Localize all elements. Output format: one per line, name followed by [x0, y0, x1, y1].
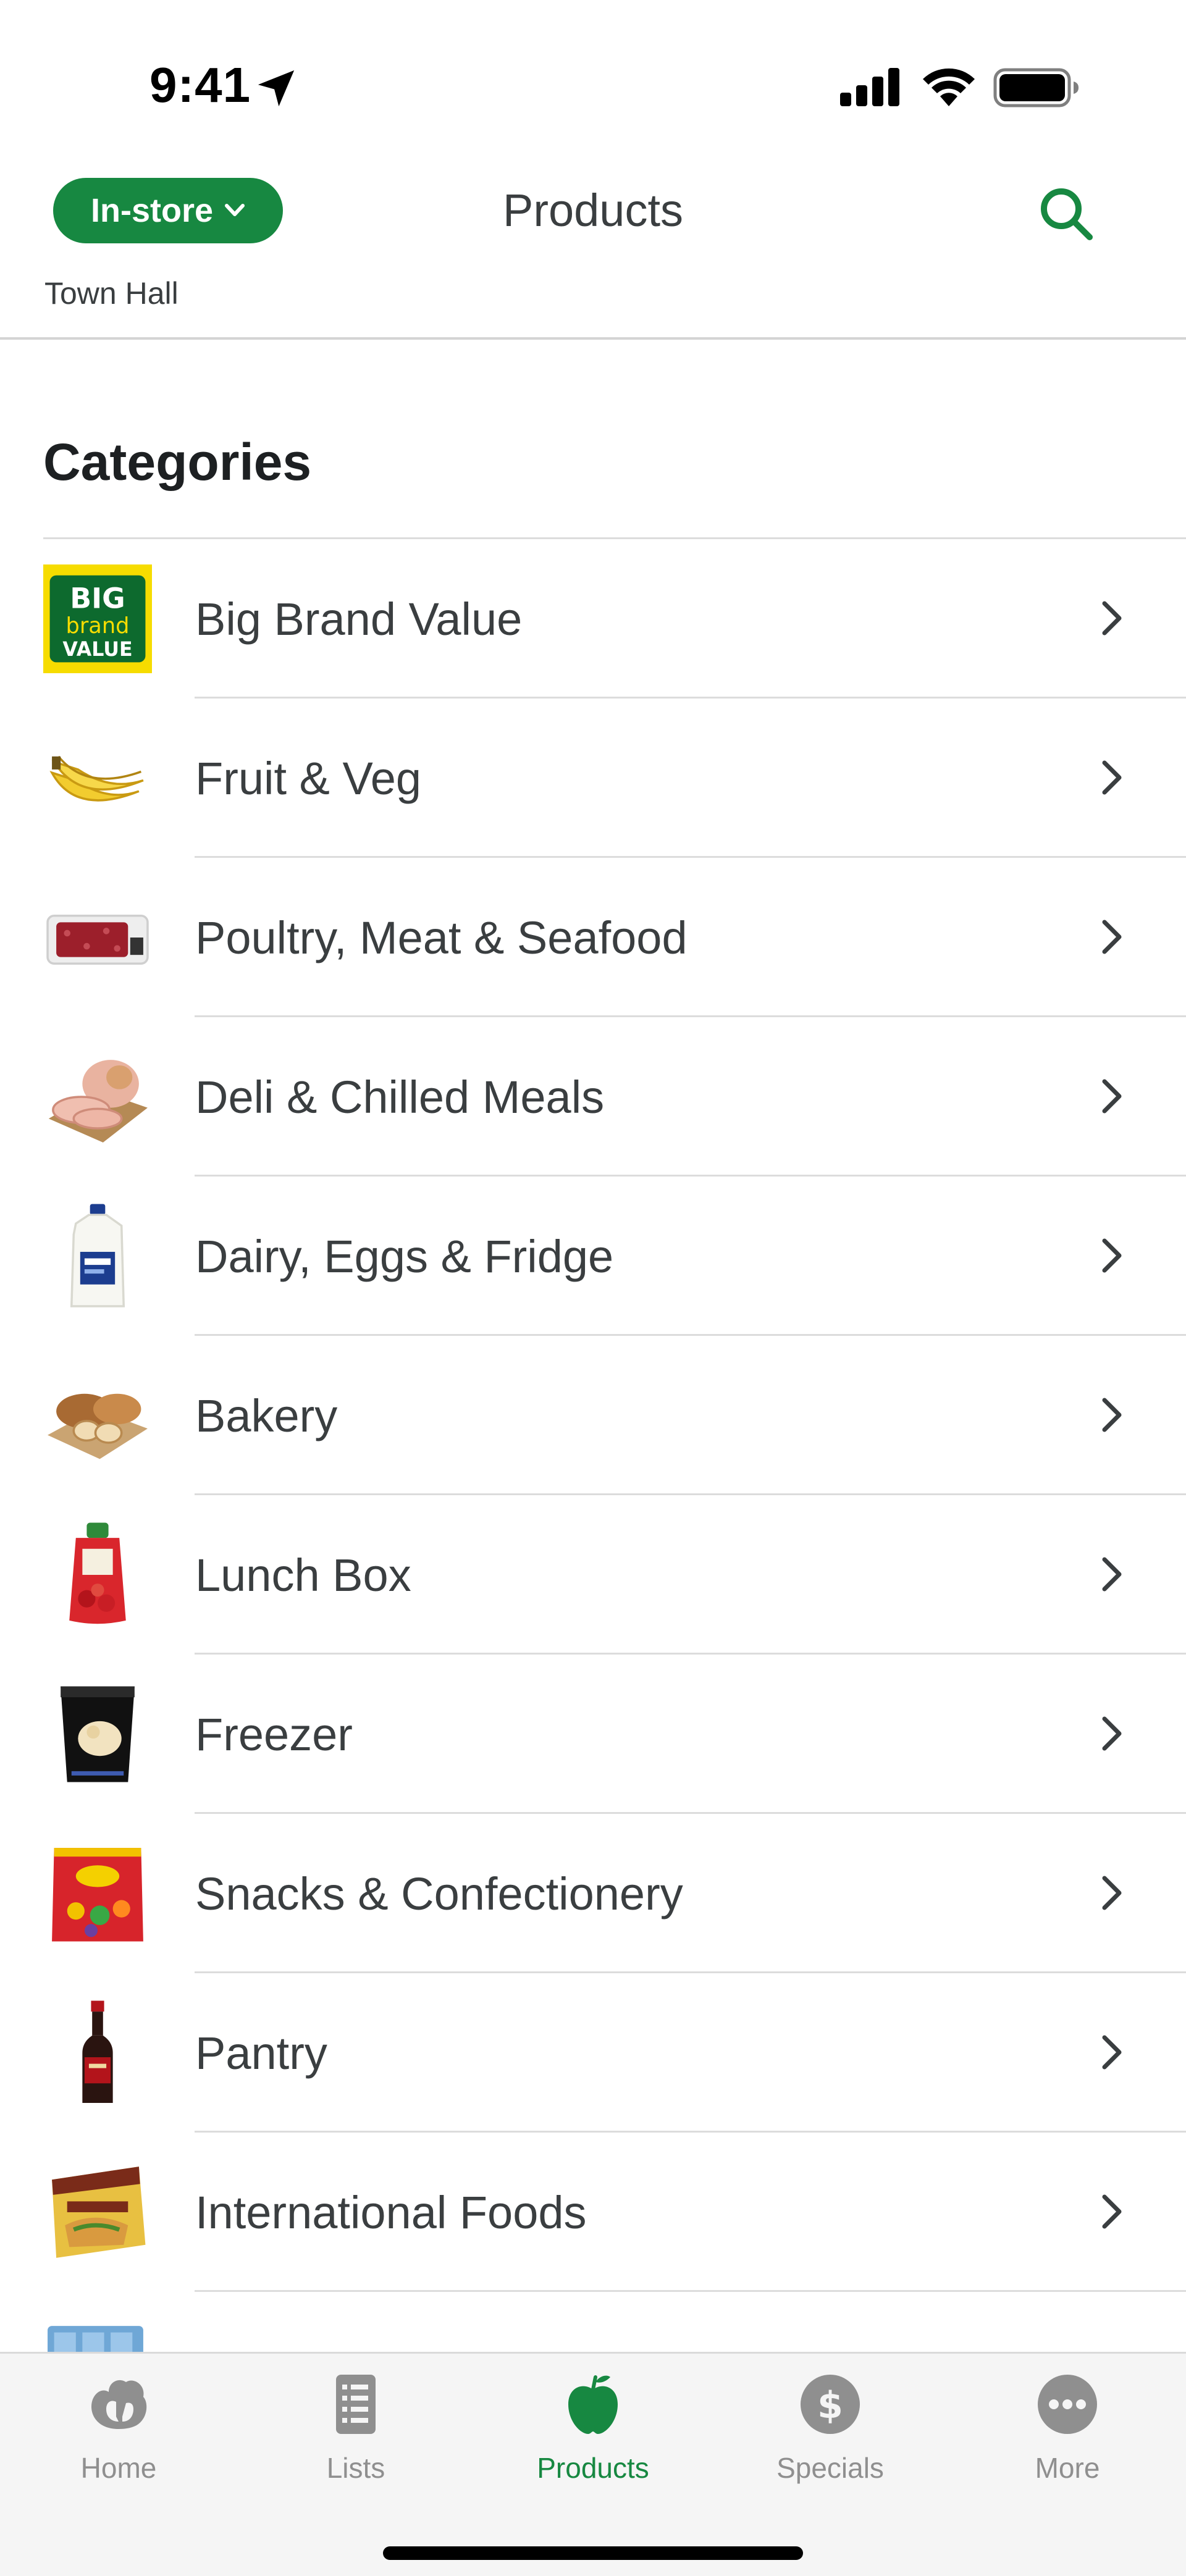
category-label: Dairy, Eggs & Fridge: [195, 1230, 614, 1282]
svg-text:BIG: BIG: [70, 582, 125, 615]
chevron-right-icon: [1102, 2194, 1122, 2229]
page-title: Products: [502, 185, 684, 236]
cellular-signal-icon: [840, 68, 899, 106]
app-header: In-store Products Town Hall: [0, 154, 1186, 340]
chevron-right-icon: [1102, 920, 1122, 954]
lolly-bag-image: [43, 1839, 152, 1948]
tab-home[interactable]: Home: [0, 2367, 237, 2503]
category-pantry[interactable]: Pantry: [43, 1973, 1186, 2133]
status-bar: 9:41: [0, 0, 1186, 154]
tab-label: More: [1035, 2452, 1100, 2484]
category-big-brand-value[interactable]: BIG brand VALUE Big Brand Value: [43, 539, 1186, 699]
category-label: Pantry: [195, 2027, 327, 2079]
category-label: Bakery: [195, 1390, 338, 1441]
category-label: Snacks & Confectionery: [195, 1868, 683, 1919]
chevron-right-icon: [1102, 1079, 1122, 1114]
milk-bottle-image: [43, 1202, 152, 1311]
category-freezer[interactable]: Freezer: [43, 1655, 1186, 1814]
category-snacks-confectionery[interactable]: Snacks & Confectionery: [43, 1814, 1186, 1973]
category-international-foods[interactable]: International Foods: [43, 2133, 1186, 2292]
tab-more[interactable]: More: [949, 2367, 1186, 2503]
tab-label: Lists: [326, 2452, 385, 2484]
bread-image: [43, 1361, 152, 1470]
tab-label: Specials: [776, 2452, 884, 2484]
taco-kit-image: [43, 2158, 152, 2267]
svg-text:brand: brand: [65, 613, 129, 639]
chevron-right-icon: [1102, 1876, 1122, 1910]
categories-heading: Categories: [43, 433, 312, 491]
wifi-icon: [923, 68, 975, 106]
tab-label: Home: [80, 2452, 157, 2484]
chevron-right-icon: [1102, 760, 1122, 795]
home-indicator: [383, 2546, 803, 2560]
chevron-right-icon: [1102, 1238, 1122, 1273]
battery-icon: [993, 68, 1079, 107]
category-label: Poultry, Meat & Seafood: [195, 912, 688, 963]
ice-cream-tub-image: [43, 1680, 152, 1789]
tab-specials[interactable]: $ Specials: [712, 2367, 949, 2503]
category-label: International Foods: [195, 2186, 587, 2238]
category-deli-chilled-meals[interactable]: Deli & Chilled Meals: [43, 1017, 1186, 1177]
category-list: BIG brand VALUE Big Brand Value Fruit & Ve…: [43, 537, 1186, 2451]
mince-tray-image: [43, 883, 152, 992]
chevron-right-icon: [1102, 1398, 1122, 1432]
category-dairy-eggs-fridge[interactable]: Dairy, Eggs & Fridge: [43, 1177, 1186, 1336]
category-label: Lunch Box: [195, 1549, 411, 1601]
apple-icon: [568, 2375, 618, 2434]
chevron-right-icon: [1102, 601, 1122, 636]
category-fruit-veg[interactable]: Fruit & Veg: [43, 699, 1186, 858]
chevron-right-icon: [1102, 2035, 1122, 2070]
dollar-icon: $: [801, 2375, 860, 2434]
tab-products[interactable]: Products: [474, 2367, 712, 2503]
tab-label: Products: [537, 2452, 649, 2484]
list-icon: [336, 2375, 376, 2434]
ham-image: [43, 1043, 152, 1151]
big-brand-value-logo: BIG brand VALUE: [43, 564, 152, 673]
bottom-tab-bar: Home Lists Products $ Specials More: [0, 2352, 1186, 2576]
category-label: Big Brand Value: [195, 593, 523, 645]
category-label: Fruit & Veg: [195, 752, 422, 804]
location-arrow-icon: [258, 70, 295, 107]
category-bakery[interactable]: Bakery: [43, 1336, 1186, 1495]
bananas-image: [43, 724, 152, 833]
category-label: Deli & Chilled Meals: [195, 1071, 605, 1123]
svg-text:$: $: [817, 2384, 843, 2427]
chevron-right-icon: [1102, 1557, 1122, 1592]
svg-text:VALUE: VALUE: [62, 639, 132, 661]
category-lunch-box[interactable]: Lunch Box: [43, 1495, 1186, 1655]
tab-lists[interactable]: Lists: [237, 2367, 474, 2503]
category-label: Freezer: [195, 1708, 353, 1760]
fruit-pouch-image: [43, 1521, 152, 1629]
search-icon[interactable]: [1035, 183, 1097, 245]
store-name: Town Hall: [44, 276, 179, 311]
chevron-right-icon: [1102, 1716, 1122, 1751]
woolworths-logo-icon: [91, 2380, 147, 2429]
sauce-bottle-image: [43, 1999, 152, 2107]
status-time: 9:41: [149, 57, 251, 112]
category-poultry-meat-seafood[interactable]: Poultry, Meat & Seafood: [43, 858, 1186, 1017]
more-icon: [1038, 2375, 1097, 2434]
